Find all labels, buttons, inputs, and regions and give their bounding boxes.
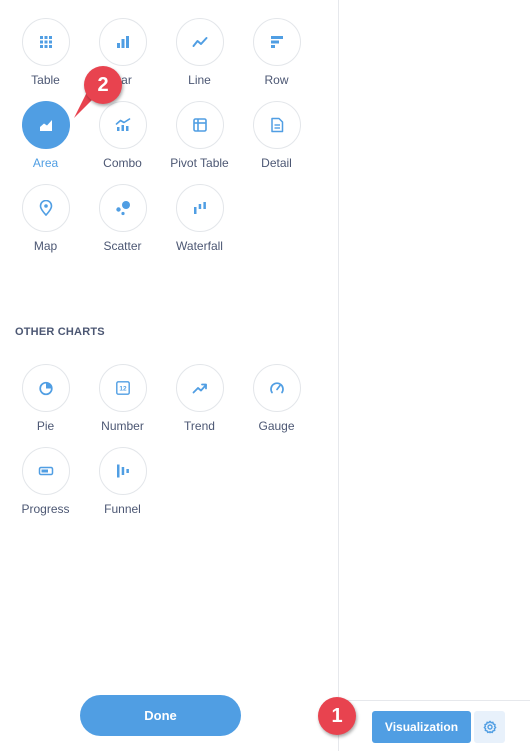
- chart-option-label: Row: [264, 73, 289, 87]
- chart-option-line[interactable]: Line: [161, 18, 238, 87]
- chart-type-grid: Table Bar Line Row Area Combo Pivot Tabl…: [7, 18, 315, 253]
- scatter-icon: [115, 201, 130, 216]
- combo-chart-icon: [115, 118, 130, 131]
- pivot-table-icon: [192, 118, 207, 132]
- trend-icon: [192, 383, 207, 394]
- chart-option-label: Waterfall: [176, 239, 223, 253]
- chart-option-map[interactable]: Map: [7, 184, 84, 253]
- row-chart-icon: [270, 36, 283, 48]
- chart-option-gauge[interactable]: Gauge: [238, 364, 315, 433]
- chart-option-pivot-table[interactable]: Pivot Table: [161, 101, 238, 170]
- other-charts-heading: OTHER CHARTS: [15, 326, 105, 338]
- chart-option-circle[interactable]: [175, 184, 224, 232]
- chart-option-circle[interactable]: [98, 184, 147, 232]
- visualization-settings-button[interactable]: [474, 711, 505, 743]
- chart-option-label: Detail: [261, 156, 292, 170]
- map-pin-icon: [39, 200, 52, 216]
- gear-icon: [483, 720, 496, 734]
- chart-option-funnel[interactable]: Funnel: [84, 447, 161, 516]
- chart-option-label: Scatter: [103, 239, 142, 253]
- chart-option-circle[interactable]: [98, 447, 147, 495]
- chart-option-circle[interactable]: [21, 184, 70, 232]
- chart-option-label: Progress: [21, 502, 70, 516]
- chart-option-circle[interactable]: [98, 101, 147, 149]
- chart-option-circle[interactable]: [21, 447, 70, 495]
- chart-option-circle[interactable]: [21, 101, 70, 149]
- chart-option-label: Gauge: [258, 419, 295, 433]
- chart-option-circle[interactable]: [98, 18, 147, 66]
- chart-option-circle[interactable]: [175, 101, 224, 149]
- chart-option-label: Map: [33, 239, 58, 253]
- chart-option-label: Trend: [184, 419, 215, 433]
- chart-option-scatter[interactable]: Scatter: [84, 184, 161, 253]
- other-charts-grid: Pie 12 Number Trend Gauge Progress Funne…: [7, 364, 315, 516]
- gauge-icon: [269, 382, 284, 394]
- chart-option-circle[interactable]: [21, 364, 70, 412]
- funnel-icon: [116, 464, 129, 478]
- footer-divider: [339, 700, 530, 701]
- waterfall-icon: [193, 202, 206, 214]
- chart-option-circle[interactable]: [175, 18, 224, 66]
- chart-option-circle[interactable]: [252, 364, 301, 412]
- number-icon-text: 12: [119, 386, 127, 393]
- visualization-picker: Table Bar Line Row Area Combo Pivot Tabl…: [0, 0, 530, 751]
- chart-option-label: Pie: [36, 419, 55, 433]
- chart-option-label: Line: [188, 73, 211, 87]
- number-icon: 12: [115, 381, 130, 395]
- chart-option-circle[interactable]: [21, 18, 70, 66]
- chart-option-circle[interactable]: [175, 364, 224, 412]
- visualization-button[interactable]: Visualization: [372, 711, 471, 743]
- chart-option-circle[interactable]: [252, 18, 301, 66]
- chart-option-pie[interactable]: Pie: [7, 364, 84, 433]
- chart-option-number[interactable]: 12 Number: [84, 364, 161, 433]
- chart-option-row[interactable]: Row: [238, 18, 315, 87]
- panel-divider: [338, 0, 339, 751]
- pie-chart-icon: [38, 381, 53, 396]
- detail-icon: [270, 117, 283, 133]
- chart-type-sidebar: Table Bar Line Row Area Combo Pivot Tabl…: [0, 0, 338, 751]
- callout-badge-2: 2: [84, 66, 122, 104]
- chart-option-label: Number: [101, 419, 144, 433]
- chart-option-circle[interactable]: 12: [98, 364, 147, 412]
- chart-option-label: Area: [32, 156, 59, 170]
- chart-option-label: Pivot Table: [170, 156, 229, 170]
- progress-icon: [38, 466, 53, 476]
- area-chart-icon: [39, 120, 52, 131]
- bar-chart-icon: [116, 36, 129, 48]
- chart-option-detail[interactable]: Detail: [238, 101, 315, 170]
- line-chart-icon: [192, 37, 207, 47]
- chart-option-table[interactable]: Table: [7, 18, 84, 87]
- chart-option-trend[interactable]: Trend: [161, 364, 238, 433]
- done-button[interactable]: Done: [80, 695, 241, 736]
- chart-option-label: Table: [31, 73, 60, 87]
- chart-option-progress[interactable]: Progress: [7, 447, 84, 516]
- chart-option-circle[interactable]: [252, 101, 301, 149]
- callout-badge-1: 1: [318, 697, 356, 735]
- table-icon: [39, 36, 52, 48]
- chart-option-label: Combo: [103, 156, 142, 170]
- chart-option-waterfall[interactable]: Waterfall: [161, 184, 238, 253]
- chart-option-label: Funnel: [104, 502, 141, 516]
